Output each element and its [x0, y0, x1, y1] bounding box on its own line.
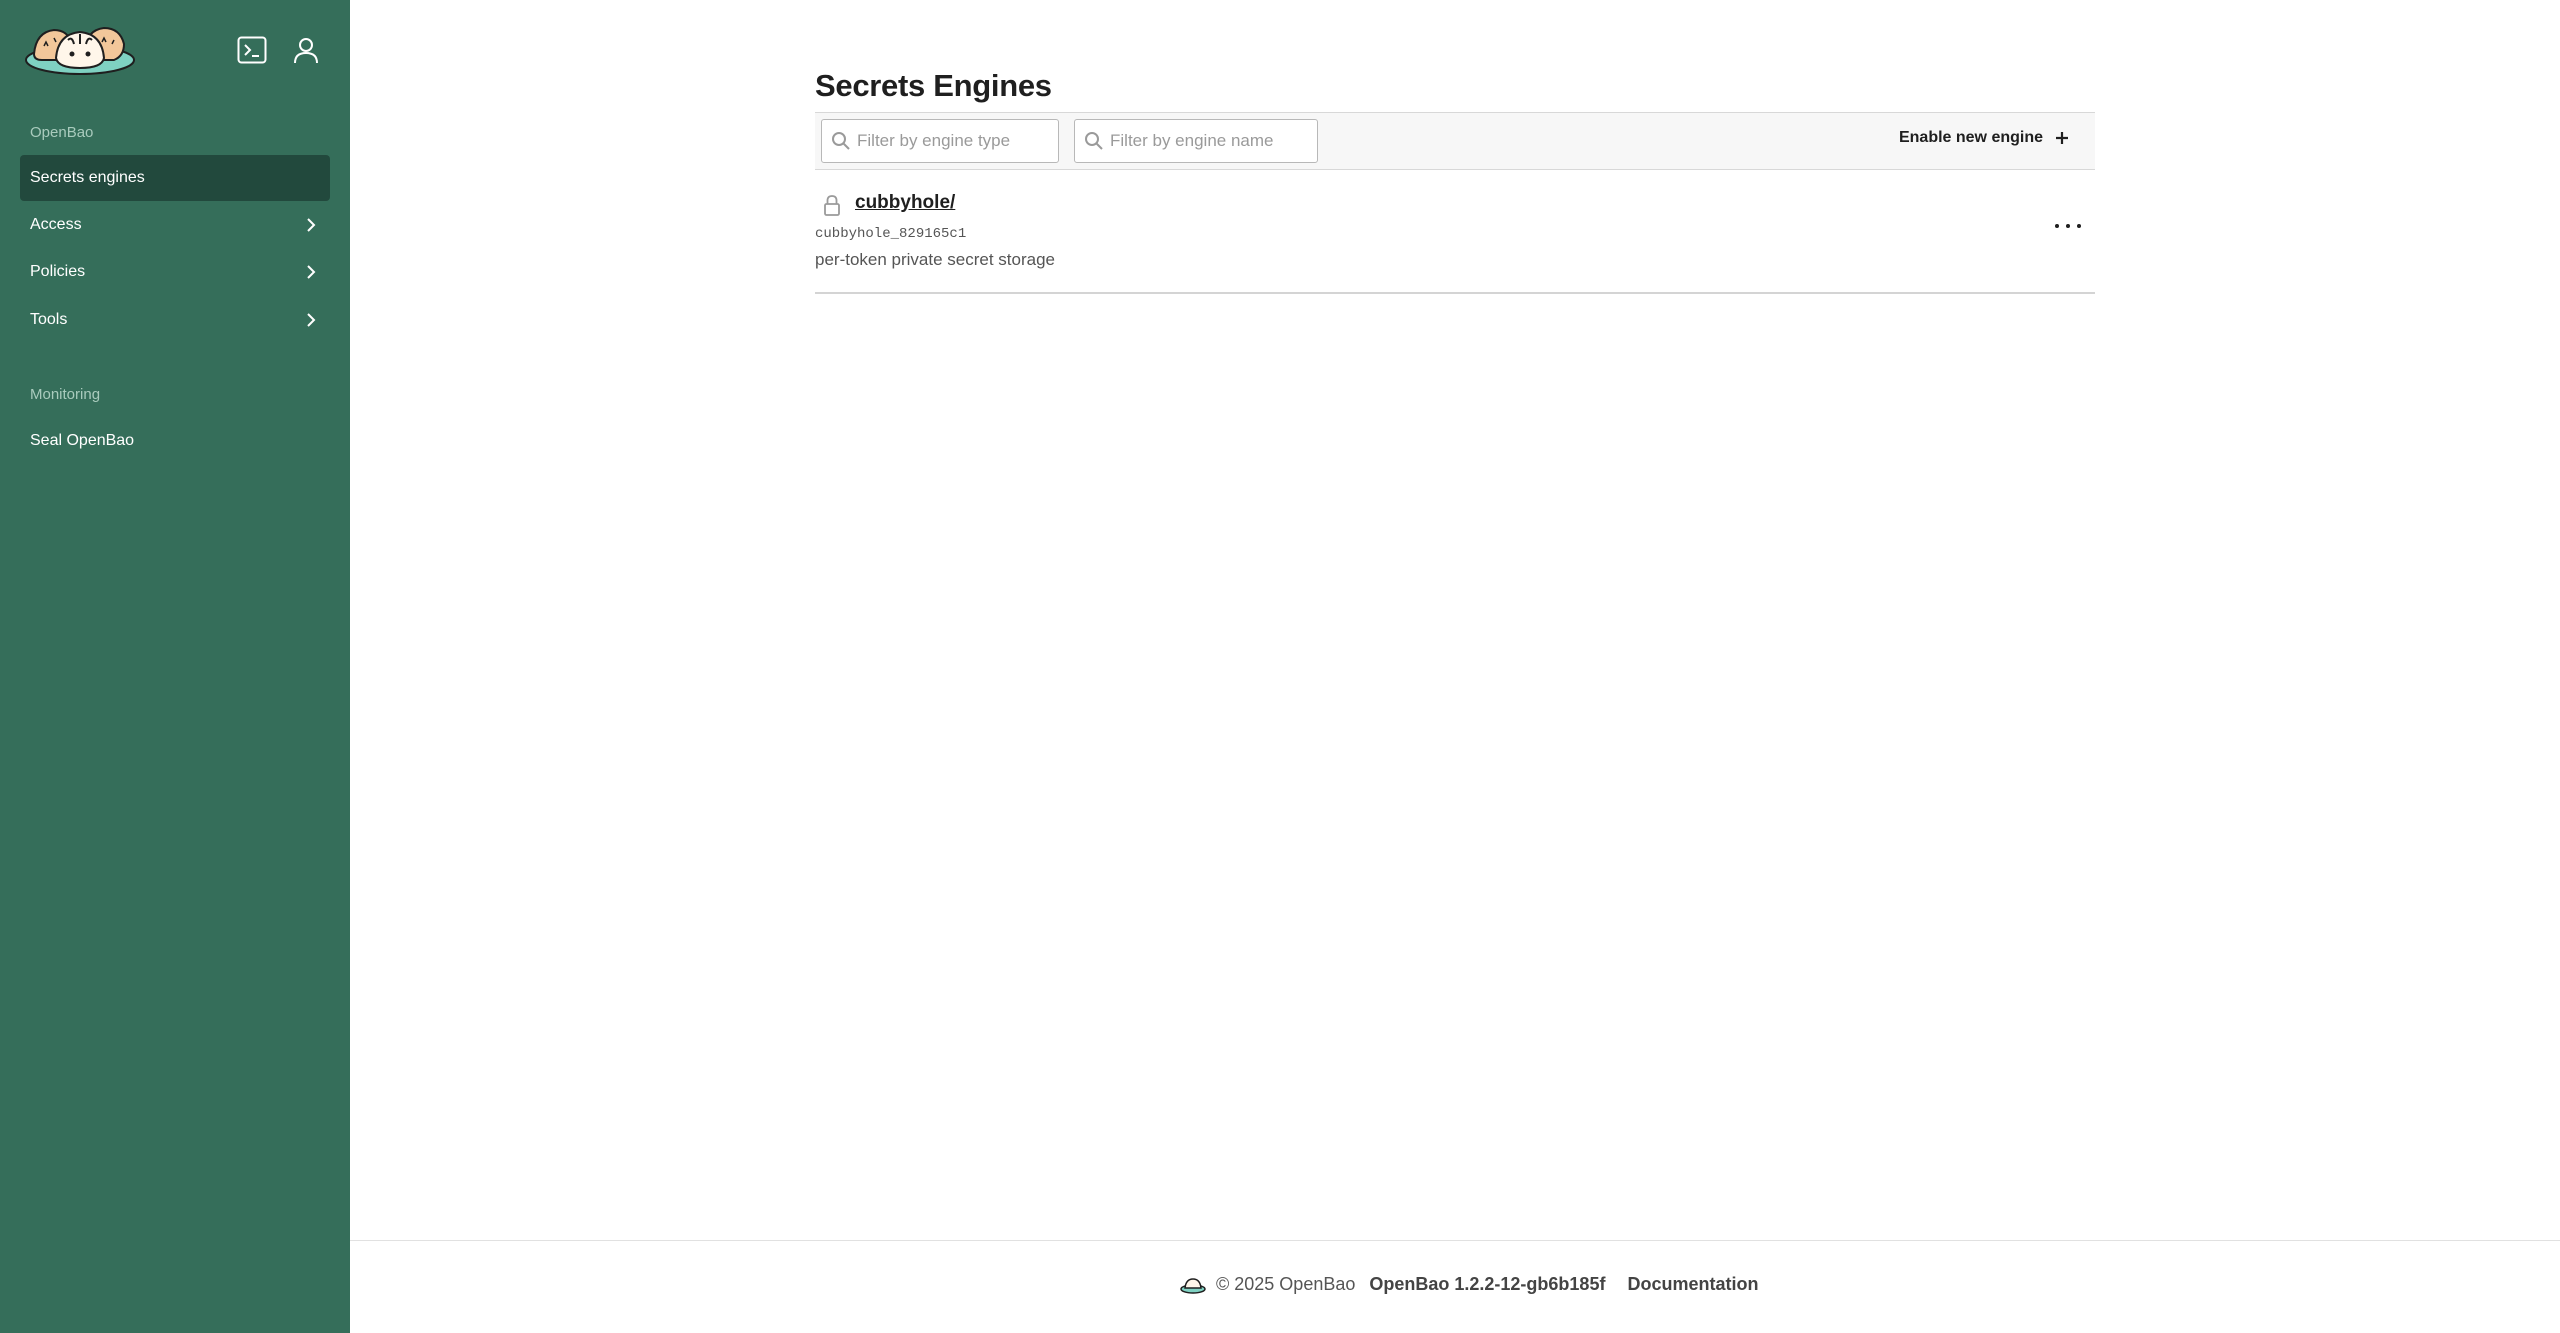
footer-content: © 2025 OpenBao OpenBao 1.2.2-12-gb6b185f… — [1180, 1274, 1758, 1295]
page-title: Secrets Engines — [815, 68, 1052, 103]
sidebar-item-seal-openbao[interactable]: Seal OpenBao — [20, 418, 330, 464]
engine-accessor: cubbyhole_829165c1 — [815, 226, 967, 242]
sidebar-item-tools[interactable]: Tools — [20, 297, 330, 343]
documentation-link[interactable]: Documentation — [1627, 1274, 1758, 1295]
engine-description: per-token private secret storage — [815, 250, 1056, 269]
sidebar-header — [0, 0, 350, 100]
chevron-right-icon — [307, 313, 316, 327]
search-icon — [832, 132, 850, 150]
sidebar-item-label: Secrets engines — [30, 169, 145, 186]
sidebar-item-policies[interactable]: Policies — [20, 249, 330, 295]
section-label-monitoring: Monitoring — [30, 386, 101, 403]
openbao-small-logo — [1180, 1277, 1206, 1294]
main-content: Secrets Engines Enable new engine — [350, 0, 2560, 1240]
sidebar-item-label: Access — [30, 216, 82, 233]
lock-icon — [824, 195, 840, 216]
footer-version: OpenBao 1.2.2-12-gb6b185f — [1369, 1274, 1606, 1294]
plus-icon — [2056, 132, 2068, 144]
sidebar-item-secrets-engines[interactable]: Secrets engines — [20, 155, 330, 201]
engine-name-link[interactable]: cubbyhole/ — [855, 192, 955, 214]
search-icon — [1085, 132, 1103, 150]
filter-engine-type-input[interactable] — [857, 131, 1027, 151]
sidebar-item-label: Tools — [30, 311, 68, 328]
toolbar: Enable new engine — [815, 112, 2095, 170]
footer-copyright: © 2025 OpenBao — [1216, 1274, 1356, 1294]
filter-engine-name-input[interactable] — [1110, 131, 1280, 151]
section-label-openbao: OpenBao — [30, 124, 94, 141]
filter-engine-type[interactable] — [821, 119, 1059, 163]
enable-new-engine-label: Enable new engine — [1898, 129, 2043, 146]
sidebar-item-access[interactable]: Access — [20, 202, 330, 248]
chevron-right-icon — [307, 265, 316, 279]
sidebar-item-label: Policies — [30, 263, 86, 280]
user-icon[interactable] — [290, 34, 322, 66]
sidebar-item-label: Seal OpenBao — [30, 432, 135, 449]
engine-row: cubbyhole/ cubbyhole_829165c1 per-token … — [815, 170, 2095, 294]
terminal-icon[interactable] — [236, 34, 268, 66]
footer: © 2025 OpenBao OpenBao 1.2.2-12-gb6b185f… — [350, 1240, 2560, 1333]
sidebar: OpenBao Secrets engines Access Policies … — [0, 0, 350, 1333]
more-options-icon[interactable] — [2055, 220, 2081, 232]
filter-engine-name[interactable] — [1074, 119, 1318, 163]
openbao-logo[interactable] — [24, 20, 136, 76]
enable-new-engine-button[interactable]: Enable new engine — [1899, 129, 2069, 147]
chevron-right-icon — [307, 218, 316, 232]
